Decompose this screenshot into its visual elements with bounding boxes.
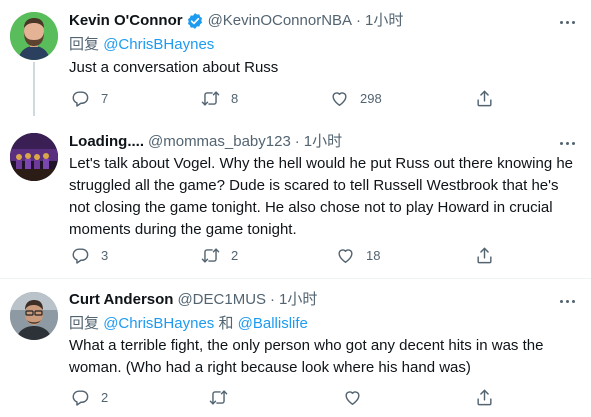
separator-dot: ·: [356, 12, 362, 29]
thread-line: [33, 62, 35, 116]
reply-icon: [72, 91, 89, 107]
reply-prefix: 回复: [69, 36, 100, 53]
author-name[interactable]: Loading....: [69, 132, 144, 152]
author-handle[interactable]: @DEC1MUS: [177, 290, 266, 310]
author-name[interactable]: Kevin O'Connor: [69, 11, 183, 31]
retweet-icon: [209, 390, 228, 405]
mention-link[interactable]: @ChrisBHaynes: [103, 36, 214, 53]
reply-count: 2: [101, 390, 109, 405]
mention-link[interactable]: @Ballislife: [238, 315, 308, 332]
timestamp[interactable]: 1小时: [279, 290, 317, 310]
share-icon: [477, 247, 492, 264]
more-icon[interactable]: [557, 133, 577, 153]
tweet-2[interactable]: Loading.... @mommas_baby123 · 1小时 Let's …: [0, 125, 591, 278]
tweet-3[interactable]: Curt Anderson @DEC1MUS · 1小时 回复 @ChrisBH…: [0, 279, 591, 417]
retweet-button[interactable]: 8: [201, 89, 238, 108]
author-name[interactable]: Curt Anderson: [69, 290, 173, 310]
reply-icon: [72, 390, 89, 406]
tweet-header: Loading.... @mommas_baby123 · 1小时: [69, 132, 342, 152]
timestamp[interactable]: 1小时: [365, 11, 403, 31]
reply-joiner: 和: [218, 315, 234, 332]
reply-button[interactable]: 3: [71, 246, 108, 265]
like-icon: [332, 92, 347, 106]
like-icon: [338, 249, 353, 263]
share-button[interactable]: [475, 246, 494, 265]
tweet-1[interactable]: Kevin O'Connor @KevinOConnorNBA · 1小时 回复…: [0, 0, 591, 125]
like-button[interactable]: 298: [330, 89, 382, 108]
reply-icon: [72, 248, 89, 264]
like-count: 18: [366, 248, 381, 263]
retweet-icon: [201, 91, 220, 106]
avatar[interactable]: [10, 292, 58, 340]
retweet-button[interactable]: 2: [201, 246, 238, 265]
author-handle[interactable]: @mommas_baby123: [148, 132, 291, 152]
verified-badge-icon: [186, 12, 204, 30]
tweet-header: Curt Anderson @DEC1MUS · 1小时: [69, 290, 317, 310]
like-button[interactable]: [343, 388, 373, 407]
tweet-text: Let's talk about Vogel. Why the hell wou…: [69, 155, 574, 238]
reply-button[interactable]: 7: [71, 89, 108, 108]
mention-link[interactable]: @ChrisBHaynes: [103, 315, 214, 332]
share-button[interactable]: [475, 388, 494, 407]
reply-count: 7: [101, 91, 109, 106]
share-icon: [477, 389, 492, 406]
more-icon[interactable]: [557, 12, 577, 32]
retweet-button[interactable]: [209, 388, 239, 407]
more-icon[interactable]: [557, 291, 577, 311]
timestamp[interactable]: 1小时: [304, 132, 342, 152]
like-count: 298: [360, 91, 382, 106]
tweet-text: Just a conversation about Russ: [69, 59, 279, 76]
reply-prefix: 回复: [69, 315, 100, 332]
avatar[interactable]: [10, 12, 58, 60]
retweet-count: 2: [231, 248, 239, 263]
reply-count: 3: [101, 248, 109, 263]
share-button[interactable]: [475, 89, 494, 108]
tweet-actions: 7 8 298: [69, 89, 509, 111]
tweet-header: Kevin O'Connor @KevinOConnorNBA · 1小时: [69, 11, 403, 31]
author-handle[interactable]: @KevinOConnorNBA: [208, 11, 352, 31]
like-button[interactable]: 18: [336, 246, 380, 265]
retweet-icon: [201, 248, 220, 263]
reply-button[interactable]: 2: [71, 388, 108, 407]
tweet-text: What a terrible fight, the only person w…: [69, 337, 544, 376]
share-icon: [477, 90, 492, 107]
avatar[interactable]: [10, 133, 58, 181]
separator-dot: ·: [294, 133, 300, 150]
separator-dot: ·: [270, 291, 276, 308]
like-icon: [345, 391, 360, 405]
tweet-actions: 3 2 18: [69, 246, 509, 268]
replying-to: 回复 @ChrisBHaynes: [69, 35, 214, 55]
replying-to: 回复 @ChrisBHaynes 和 @Ballislife: [69, 314, 308, 334]
tweet-actions: 2: [69, 388, 509, 410]
retweet-count: 8: [231, 91, 239, 106]
